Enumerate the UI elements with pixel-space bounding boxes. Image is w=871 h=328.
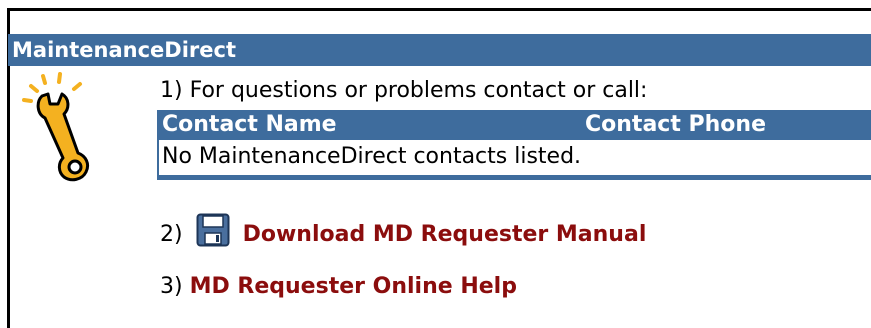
wrench-icon [22,72,90,182]
panel-title: MaintenanceDirect [12,38,236,62]
contacts-table: Contact Name Contact Phone No Maintenanc… [157,110,871,180]
floppy-disk-icon[interactable] [196,213,230,247]
contacts-table-header: Contact Name Contact Phone [157,110,871,140]
download-manual-link[interactable]: Download MD Requester Manual [243,222,647,247]
column-header-contact-phone: Contact Phone [585,112,766,137]
online-help-link[interactable]: MD Requester Online Help [190,274,517,299]
online-help-item: 3) MD Requester Online Help [160,274,517,299]
download-manual-item: 2) Download MD Requester Manual [160,213,646,247]
column-header-contact-name: Contact Name [162,112,337,137]
item-number-3: 3) [160,274,183,299]
panel-title-bar: MaintenanceDirect [8,34,871,66]
item-number-2: 2) [160,222,183,247]
contact-instruction: 1) For questions or problems contact or … [160,78,648,103]
contacts-empty-message: No MaintenanceDirect contacts listed. [157,140,871,175]
